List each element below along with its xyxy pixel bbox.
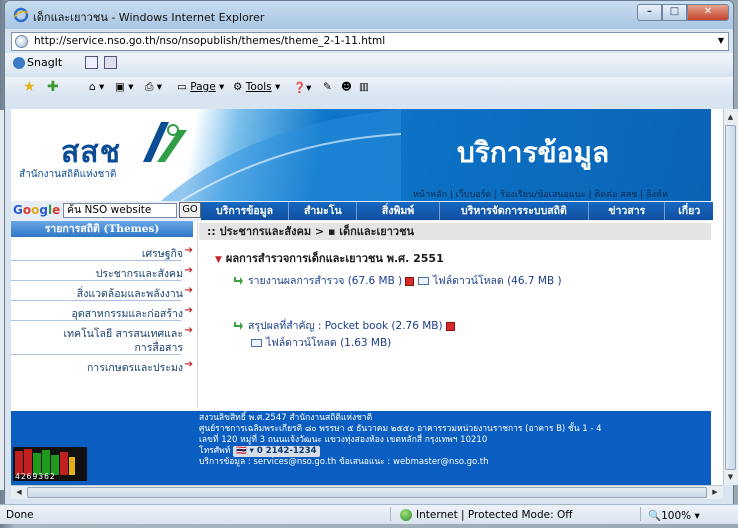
home-icon[interactable]: ⌂ ▾ [89,81,104,93]
scroll-down-icon[interactable]: ▼ [725,470,736,484]
banner-swoosh [161,109,401,201]
summary-link-row: สรุปผลที่สำคัญ : Pocket book (2.76 MB) [233,317,455,334]
research-icon[interactable]: ✎ [323,81,332,93]
scroll-up-icon[interactable]: ▲ [725,110,736,124]
download1-link[interactable]: ไฟล์ดาวน์โหลด (46.7 MB ) [433,275,562,287]
nso-logo-icon [143,122,187,162]
sidebar-title: รายการสถิติ (Themes) [11,221,193,237]
title-bar[interactable]: เด็กและเยาวชน - Windows Internet Explore… [5,1,733,29]
security-zone[interactable]: Internet | Protected Mode: Off [400,509,572,521]
nav-statistics-management[interactable]: บริหารจัดการระบบสถิติ [440,202,590,220]
arrow-right-icon: ➔ [184,285,193,296]
pdf-icon[interactable] [405,276,415,286]
column-divider [197,221,198,407]
site-logo-subtitle: สำนักงานสถิติแห่งชาติ [19,169,117,180]
arrow-right-icon: ➔ [184,265,193,276]
nav-news[interactable]: ข่าวสาร [589,202,666,220]
help-icon[interactable]: ❓▾ [293,81,311,94]
summary-link[interactable]: สรุปผลที่สำคัญ : Pocket book (2.76 MB) [248,320,443,332]
visitor-counter-graphic: 4269362 [13,447,87,481]
status-text: Done [6,509,34,521]
left-edge [0,110,4,490]
close-button[interactable]: ✕ [687,4,729,21]
breadcrumb: :: ประชากรและสังคม > ▪ เด็กและเยาวชน [199,223,711,240]
footer-text: สงวนลิขสิทธิ์ พ.ศ.2547 สำนักงานสถิติแห่ง… [199,413,602,468]
feeds-icon[interactable]: ▣ ▾ [115,81,134,93]
address-bar[interactable]: http://service.nso.go.th/nso/nsopublish/… [11,32,729,51]
green-arrow-icon [234,322,243,330]
report-link[interactable]: รายงานผลการสำรวจ (67.6 MB ) [248,275,402,287]
horizontal-scrollbar[interactable]: ◀ ▶ [11,485,723,499]
sidebar-item-agriculture[interactable]: การเกษตรและประมง [87,359,183,376]
favorites-star-icon[interactable]: ★ [23,79,36,95]
google-logo: Google [13,203,61,217]
globe-icon [400,509,412,521]
download2-row: ไฟล์ดาวน์โหลด (1.63 MB) [251,334,391,351]
nav-about[interactable]: เกี่ยว [665,202,713,220]
minimize-button[interactable]: – [637,4,662,21]
zoom-level[interactable]: 🔍100% ▾ [648,509,700,522]
nav-publications[interactable]: สิ่งพิมพ์ [357,202,440,220]
download1-row: ไฟล์ดาวน์โหลด (46.7 MB ) [418,272,562,289]
nav-row: Google ค้น NSO website GO บริการข้อมูล ส… [11,201,713,221]
snagit-button[interactable]: SnagIt [27,56,62,69]
download2-link[interactable]: ไฟล์ดาวน์โหลด (1.63 MB) [266,337,391,349]
green-arrow-icon [234,277,243,285]
scroll-left-icon[interactable]: ◀ [12,486,26,498]
ie-logo-icon [13,7,29,23]
nav-census[interactable]: สำมะโน [289,202,358,220]
section-title: ▼ ผลการสำรวจการเด็กและเยาวชน พ.ศ. 2551 [215,252,444,265]
window-title: เด็กและเยาวชน - Windows Internet Explore… [33,11,265,24]
visitor-counter: 4269362 [15,472,56,481]
add-favorites-icon[interactable]: ✚ [47,79,59,95]
top-nav: บริการข้อมูล สำมะโน สิ่งพิมพ์ บริหารจัดก… [201,202,713,220]
nav-data-service[interactable]: บริการข้อมูล [201,202,290,220]
site-search-input[interactable]: ค้น NSO website [63,203,177,218]
header-title: บริการข้อมูล [457,136,610,169]
snagit-window-icon[interactable] [104,56,117,69]
status-bar: Done Internet | Protected Mode: Off 🔍100… [0,504,738,524]
search-go-button[interactable]: GO [179,202,201,218]
themes-sidebar: รายการสถิติ (Themes) เศรษฐกิจ ➔ ประชากรแ… [11,221,193,421]
print-icon[interactable]: ⎙ ▾ [145,81,162,94]
tools-menu[interactable]: ⚙ Tools ▾ [233,81,280,93]
window-controls: – □ ✕ [637,4,729,23]
arrow-right-icon: ➔ [184,305,193,316]
site-footer: 4269362 สงวนลิขสิทธิ์ พ.ศ.2547 สำนักงานส… [11,411,711,485]
download-icon [251,339,262,347]
page-icon [15,35,28,48]
top-links[interactable]: หน้าหลัก | เว็บบอร์ด | ร้องเรียน/ข้อเสนอ… [413,187,668,201]
web-content: สสช สำนักงานสถิติแห่งชาติ บริการข้อมูล ห… [11,109,723,485]
snagit-icon [13,57,25,69]
snagit-toolbar: SnagIt [5,53,733,73]
page-menu[interactable]: ▭ Page ▾ [177,81,224,93]
footer-contact[interactable]: บริการข้อมูล : services@nso.go.th ข้อเสน… [199,457,602,468]
stats-icon[interactable]: ▥ [359,81,369,93]
triangle-down-icon: ▼ [215,255,222,265]
vertical-scrollbar[interactable]: ▲ ▼ [723,109,738,485]
phone-badge: 🇹🇭 ▾ 0 2142-1234 [233,446,320,457]
download-icon [418,277,429,285]
arrow-right-icon: ➔ [184,359,193,370]
address-url[interactable]: http://service.nso.go.th/nso/nsopublish/… [34,35,385,47]
vertical-scroll-thumb[interactable] [725,125,736,470]
address-dropdown-icon[interactable]: ▼ [718,36,724,45]
pdf-icon[interactable] [445,321,455,331]
maximize-button[interactable]: □ [662,4,687,21]
arrow-right-icon: ➔ [184,325,193,336]
command-bar: ★ ✚ ⌂ ▾ ▣ ▾ ⎙ ▾ ▭ Page ▾ ⚙ Tools ▾ ❓▾ ✎ … [5,77,733,99]
horizontal-scroll-thumb[interactable] [27,487,707,498]
snagit-capture-icon[interactable] [85,56,98,69]
scroll-right-icon[interactable]: ▶ [708,486,722,498]
site-banner: สสช สำนักงานสถิติแห่งชาติ บริการข้อมูล ห… [11,109,711,201]
report-link-row: รายงานผลการสำรวจ (67.6 MB ) [233,272,415,289]
messenger-icon[interactable]: ☻ [341,81,352,93]
arrow-right-icon: ➔ [184,245,193,256]
